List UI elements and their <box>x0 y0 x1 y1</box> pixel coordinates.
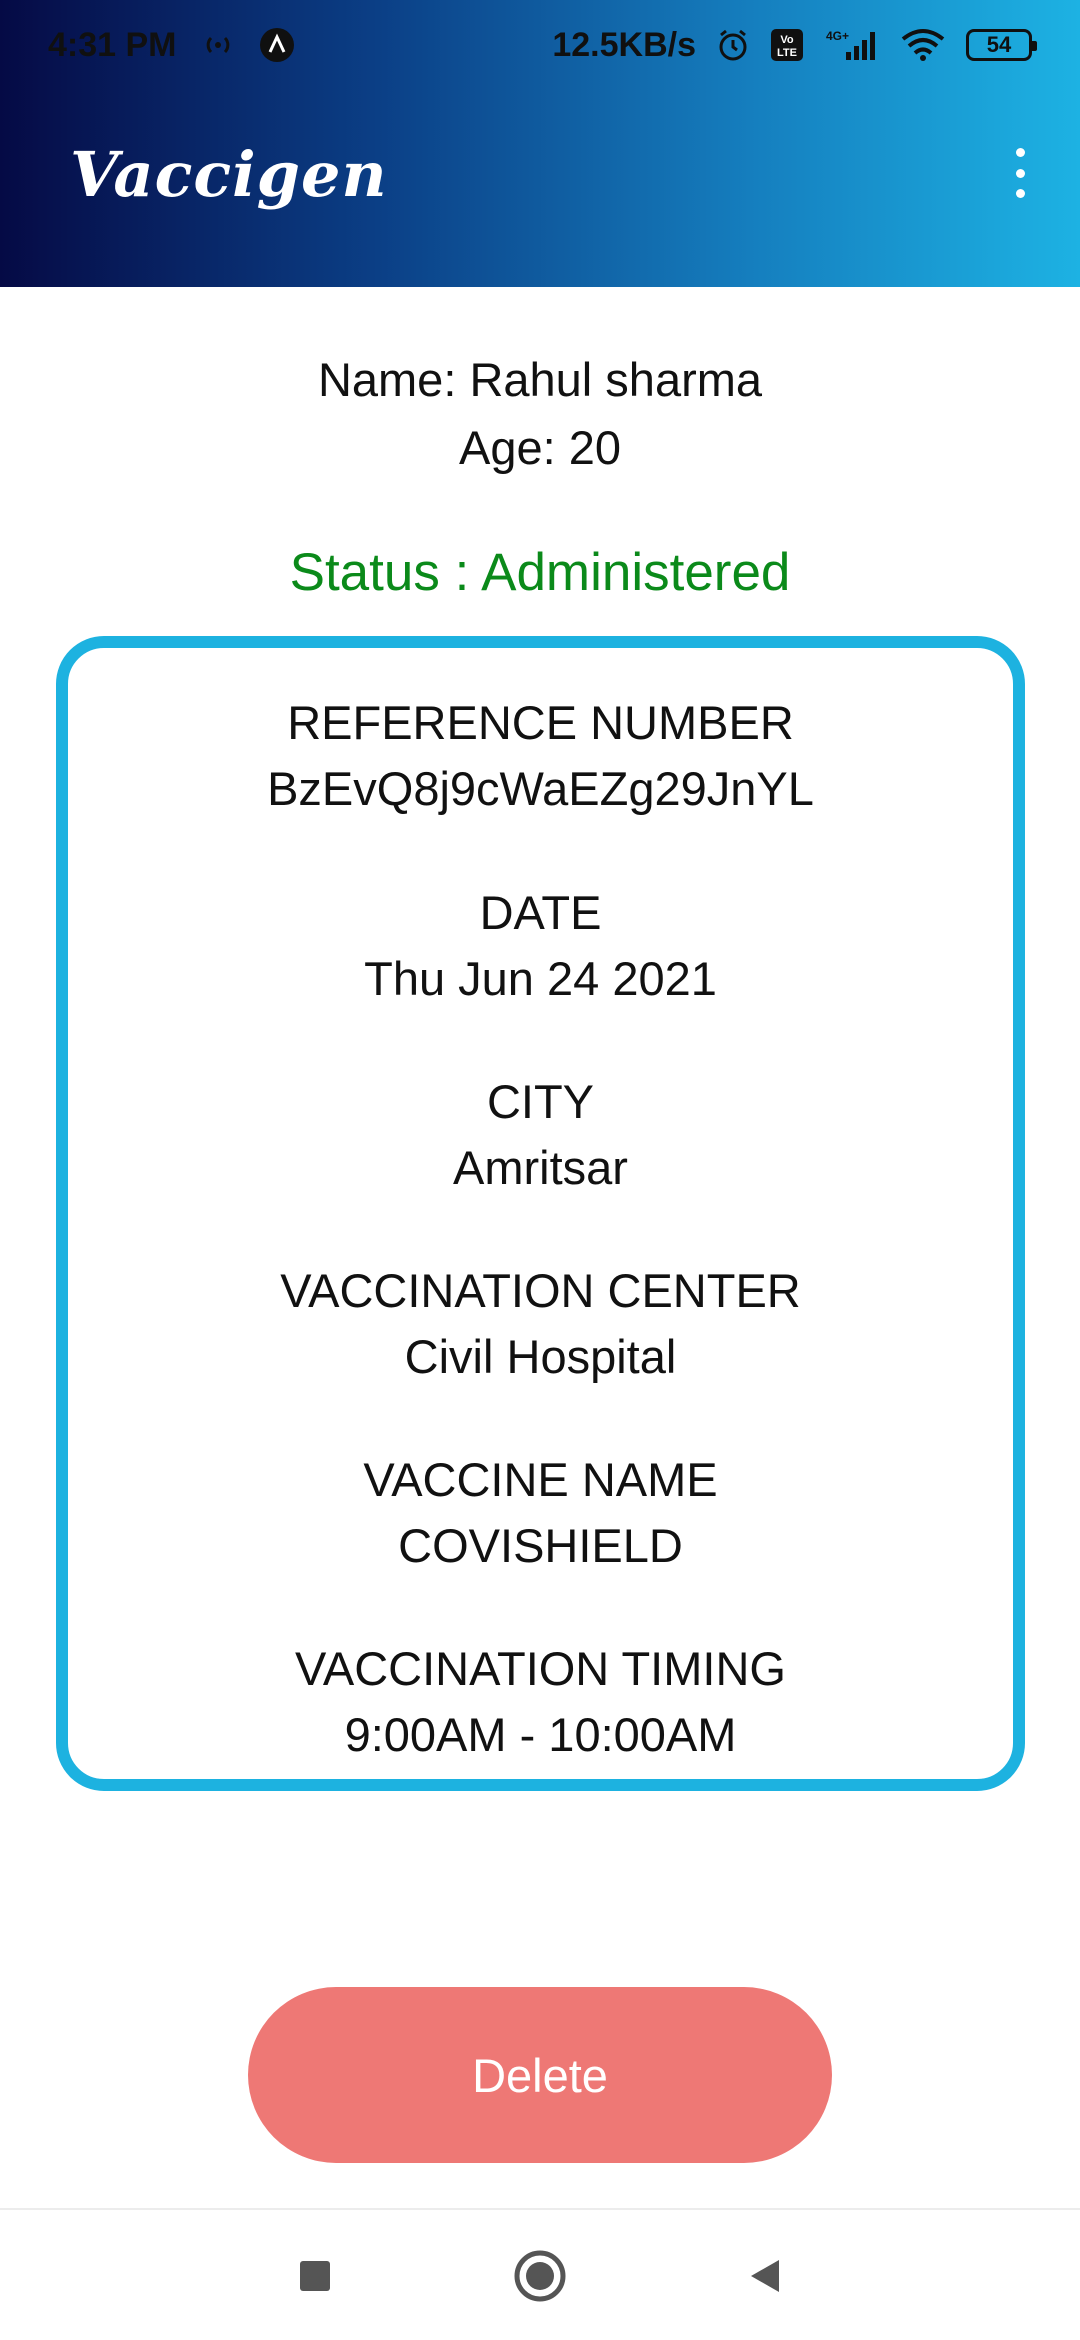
app-title: Vaccigen <box>70 138 388 211</box>
person-name: Name: Rahul sharma <box>317 353 763 406</box>
status-time: 4:31 PM <box>48 25 177 64</box>
app-bar: 4:31 PM 12.5KB/s Vo LTE 4G+ 54 Vaccigen <box>0 0 1080 287</box>
reference-number-value: BzEvQ8j9cWaEZg29JnYL <box>267 762 814 815</box>
volte-icon: Vo LTE <box>770 28 804 62</box>
person-age: Age: 20 <box>458 421 622 474</box>
network-speed: 12.5KB/s <box>552 25 696 64</box>
hotspot-icon <box>203 30 233 60</box>
svg-text:LTE: LTE <box>777 47 797 59</box>
vaccination-timing-value: 9:00AM - 10:00AM <box>344 1708 737 1761</box>
square-recents-icon[interactable] <box>285 2246 345 2306</box>
wifi-icon <box>900 28 946 62</box>
signal-icon: 4G+ <box>824 28 880 62</box>
battery-level: 54 <box>986 32 1012 57</box>
system-nav-bar <box>0 2208 1080 2340</box>
date-label: DATE <box>479 886 602 939</box>
svg-text:Vo: Vo <box>780 34 794 46</box>
details-card: REFERENCE NUMBER BzEvQ8j9cWaEZg29JnYL DA… <box>56 636 1025 1791</box>
city-label: CITY <box>486 1075 595 1128</box>
vaccine-name-value: COVISHIELD <box>398 1519 683 1572</box>
vaccine-name-label: VACCINE NAME <box>363 1453 718 1506</box>
alarm-icon <box>716 28 750 62</box>
battery-icon: 54 <box>966 29 1037 61</box>
vaccination-timing-label: VACCINATION TIMING <box>295 1642 786 1695</box>
triangle-back-icon[interactable] <box>735 2246 795 2306</box>
status-bar: 4:31 PM 12.5KB/s Vo LTE 4G+ 54 <box>0 0 1080 90</box>
network-type-label: 4G+ <box>826 29 849 43</box>
vaccination-center-value: Civil Hospital <box>404 1330 677 1383</box>
date-value: Thu Jun 24 2021 <box>364 952 717 1005</box>
vaccination-center-label: VACCINATION CENTER <box>280 1264 801 1317</box>
city-value: Amritsar <box>453 1141 628 1194</box>
app-notification-icon <box>259 27 295 63</box>
status-text: Status : Administered <box>289 543 791 602</box>
reference-number-label: REFERENCE NUMBER <box>287 696 794 749</box>
screen: 4:31 PM 12.5KB/s Vo LTE 4G+ 54 Vaccigen … <box>0 0 1080 2340</box>
circle-home-icon[interactable] <box>510 2246 570 2306</box>
kebab-menu-icon[interactable] <box>1008 148 1032 198</box>
delete-button[interactable]: Delete <box>248 1987 832 2163</box>
